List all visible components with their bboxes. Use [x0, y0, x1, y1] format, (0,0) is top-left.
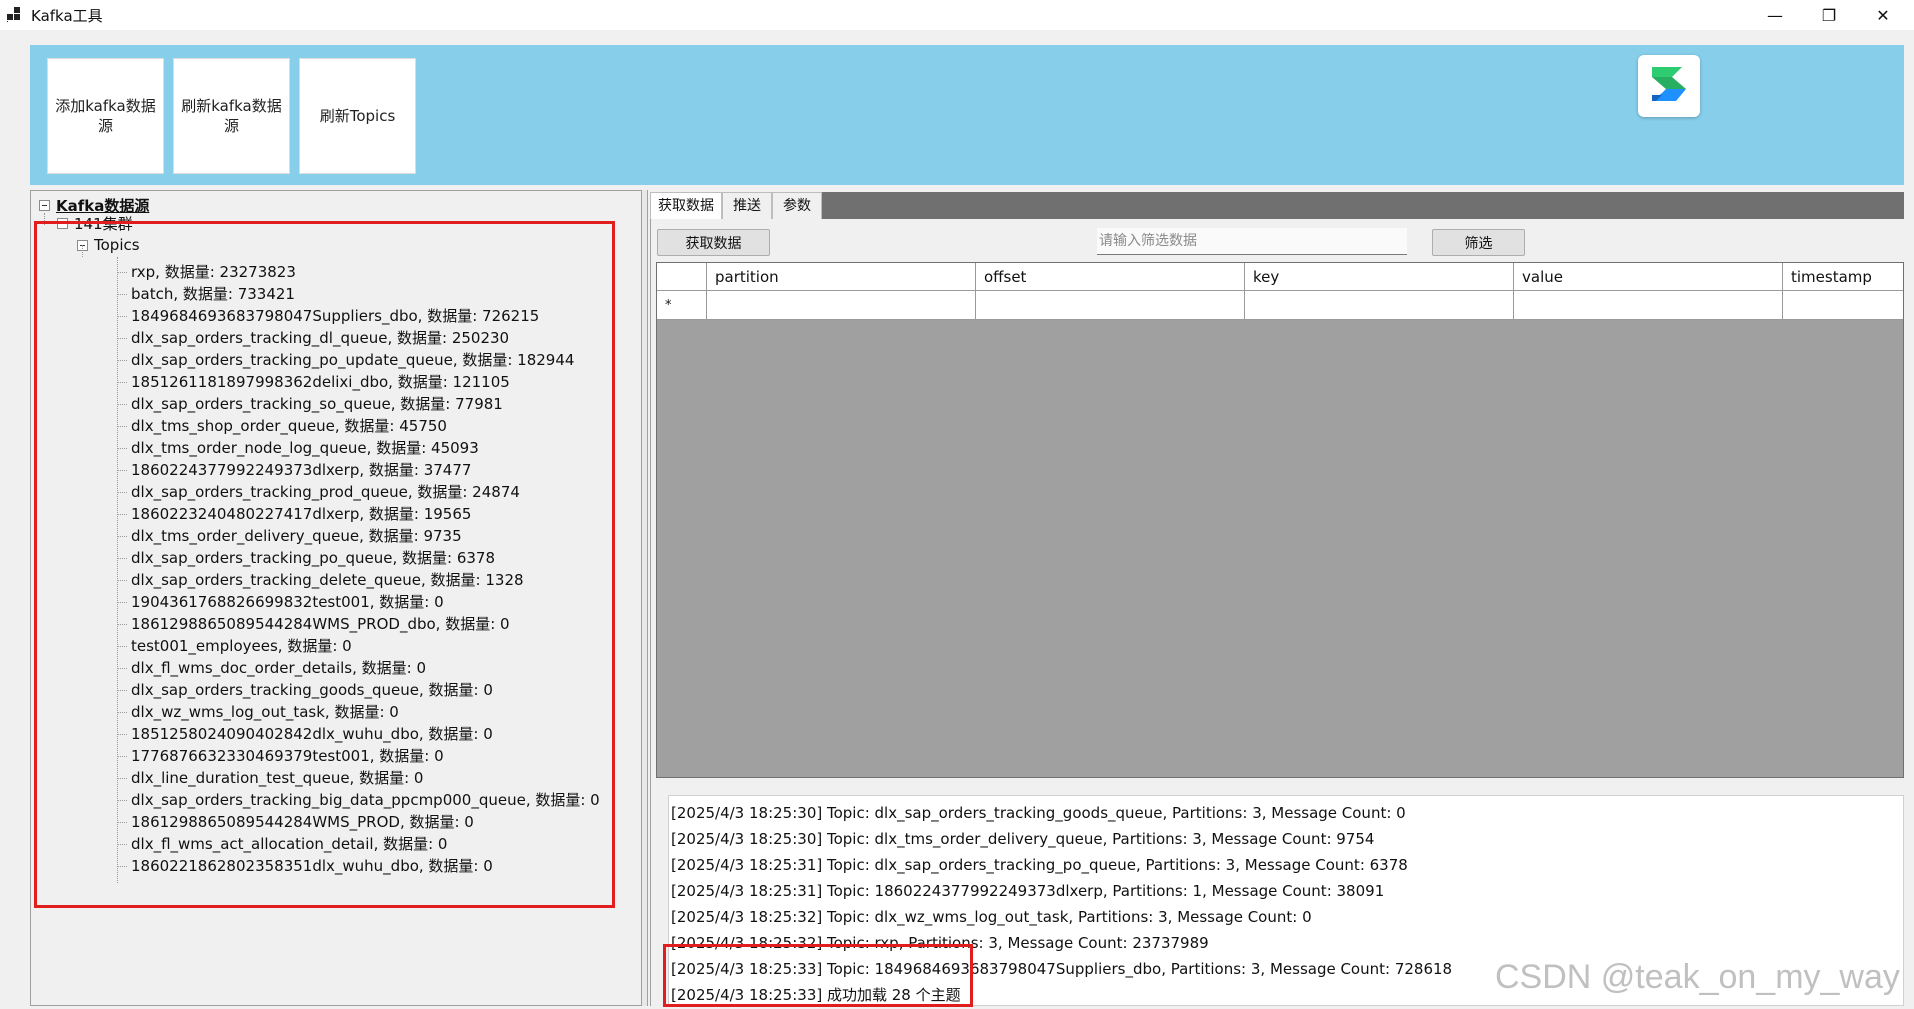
fetch-data-label: 获取数据 — [685, 235, 742, 252]
grid-cell[interactable] — [1783, 291, 1903, 319]
tab-label: 参数 — [783, 198, 811, 214]
tree-topic-item[interactable]: 1861298865089544284WMS_PROD_dbo, 数据量: 0 — [117, 613, 600, 635]
tree-topic-item[interactable]: 1860224377992249373dlxerp, 数据量: 37477 — [117, 459, 600, 481]
column-header-key[interactable]: key — [1245, 263, 1514, 290]
grid-cell[interactable] — [707, 291, 976, 319]
tree-topic-item[interactable]: 1860223240480227417dlxerp, 数据量: 19565 — [117, 503, 600, 525]
tree-topic-item[interactable]: dlx_sap_orders_tracking_po_update_queue,… — [117, 349, 600, 371]
grid-cell[interactable] — [1514, 291, 1783, 319]
column-header-offset[interactable]: offset — [976, 263, 1245, 290]
log-line: [2025/4/3 18:25:32] Topic: dlx_wz_wms_lo… — [671, 908, 1312, 926]
kafka-source-tree[interactable]: Kafka数据源 141集群 Topics rxp, 数据量: 23273823… — [30, 190, 642, 1006]
refresh-kafka-source-label: 刷新kafka数据源 — [181, 97, 282, 135]
tree-topic-item[interactable]: dlx_tms_order_node_log_queue, 数据量: 45093 — [117, 437, 600, 459]
minimize-button[interactable]: — — [1752, 0, 1798, 30]
tree-topic-item[interactable]: 1861298865089544284WMS_PROD, 数据量: 0 — [117, 811, 600, 833]
refresh-topics-button[interactable]: 刷新Topics — [299, 58, 416, 174]
tree-topic-item[interactable]: test001_employees, 数据量: 0 — [117, 635, 600, 657]
maximize-button[interactable]: ❐ — [1806, 0, 1852, 30]
tree-connector — [82, 245, 83, 257]
log-line: [2025/4/3 18:25:31] Topic: 1860224377992… — [671, 882, 1385, 900]
tab-fetch-data[interactable]: 获取数据 — [650, 192, 722, 219]
grid-cell[interactable] — [976, 291, 1245, 319]
tab-label: 获取数据 — [658, 198, 714, 214]
tab-params[interactable]: 参数 — [772, 192, 822, 219]
tree-topic-item[interactable]: dlx_sap_orders_tracking_goods_queue, 数据量… — [117, 679, 600, 701]
title-bar: Kafka工具 — ❐ ✕ — [0, 0, 1914, 30]
log-line: [2025/4/3 18:25:31] Topic: dlx_sap_order… — [671, 856, 1408, 874]
tree-topics-label: Topics — [94, 236, 140, 254]
tree-topic-item[interactable]: 1860221862802358351dlx_wuhu_dbo, 数据量: 0 — [117, 855, 600, 877]
tree-topic-item[interactable]: dlx_wz_wms_log_out_task, 数据量: 0 — [117, 701, 600, 723]
tree-topic-item[interactable]: 1776876632330469379test001, 数据量: 0 — [117, 745, 600, 767]
tree-topic-item[interactable]: rxp, 数据量: 23273823 — [117, 261, 600, 283]
column-header-value[interactable]: value — [1514, 263, 1783, 290]
tree-topic-item[interactable]: dlx_fl_wms_doc_order_details, 数据量: 0 — [117, 657, 600, 679]
message-grid[interactable]: partition offset key value timestamp * — [656, 262, 1904, 778]
collapse-icon[interactable] — [57, 217, 68, 229]
filter-label: 筛选 — [1464, 235, 1493, 252]
collapse-icon[interactable] — [39, 199, 50, 211]
grid-corner[interactable] — [657, 263, 707, 290]
tree-topic-item[interactable]: 1851258024090402842dlx_wuhu_dbo, 数据量: 0 — [117, 723, 600, 745]
tree-topics-node[interactable]: Topics — [77, 235, 140, 255]
add-kafka-source-button[interactable]: 添加kafka数据源 — [47, 58, 164, 174]
grid-header: partition offset key value timestamp — [657, 263, 1903, 291]
topic-list: rxp, 数据量: 23273823 batch, 数据量: 733421 1849… — [117, 261, 600, 877]
minimize-icon: — — [1767, 5, 1783, 25]
tree-topic-item[interactable]: dlx_tms_shop_order_queue, 数据量: 45750 — [117, 415, 600, 437]
tree-topic-item[interactable]: dlx_sap_orders_tracking_dl_queue, 数据量: 2… — [117, 327, 600, 349]
app-grid-icon — [7, 7, 23, 23]
tree-topic-item[interactable]: dlx_sap_orders_tracking_delete_queue, 数据… — [117, 569, 600, 591]
table-row[interactable]: * — [657, 291, 1903, 320]
tree-topic-item[interactable]: dlx_sap_orders_tracking_big_data_ppcmp00… — [117, 789, 600, 811]
restore-icon: ❐ — [1821, 5, 1837, 25]
window-title: Kafka工具 — [31, 6, 103, 25]
log-line: [2025/4/3 18:25:32] Topic: rxp, Partitio… — [671, 934, 1209, 952]
tree-cluster-label: 141集群 — [74, 214, 133, 233]
tree-cluster-node[interactable]: 141集群 — [57, 213, 133, 233]
tree-topic-item[interactable]: dlx_line_duration_test_queue, 数据量: 0 — [117, 767, 600, 789]
panel-splitter[interactable] — [642, 190, 648, 1006]
tree-topic-item[interactable]: 1851261181897998362delixi_dbo, 数据量: 1211… — [117, 371, 600, 393]
tree-topic-item[interactable]: dlx_sap_orders_tracking_po_queue, 数据量: 6… — [117, 547, 600, 569]
tab-strip: 获取数据 推送 参数 — [650, 192, 1904, 219]
log-line: [2025/4/3 18:25:30] Topic: dlx_sap_order… — [671, 804, 1406, 822]
toolbar: 添加kafka数据源 刷新kafka数据源 刷新Topics — [30, 45, 1904, 185]
add-kafka-source-label: 添加kafka数据源 — [55, 97, 156, 135]
tab-push[interactable]: 推送 — [722, 192, 772, 219]
column-header-partition[interactable]: partition — [707, 263, 976, 290]
fetch-data-button[interactable]: 获取数据 — [657, 229, 770, 256]
app-window: Kafka工具 — ❐ ✕ 添加kafka数据源 刷新kafka数据源 刷新To… — [0, 0, 1914, 1009]
tree-topic-item[interactable]: dlx_sap_orders_tracking_prod_queue, 数据量:… — [117, 481, 600, 503]
tree-topic-item[interactable]: batch, 数据量: 733421 — [117, 283, 600, 305]
close-icon: ✕ — [1876, 5, 1890, 25]
tree-topic-item[interactable]: dlx_tms_order_delivery_queue, 数据量: 9735 — [117, 525, 600, 547]
grid-cell[interactable] — [1245, 291, 1514, 319]
new-row-marker: * — [657, 291, 707, 319]
tab-label: 推送 — [733, 198, 761, 214]
watermark: CSDN @teak_on_my_way — [1495, 958, 1900, 996]
refresh-topics-label: 刷新Topics — [319, 107, 396, 125]
tree-topic-item[interactable]: dlx_fl_wms_act_allocation_detail, 数据量: 0 — [117, 833, 600, 855]
tree-topic-item[interactable]: 1849684693683798047Suppliers_dbo, 数据量: 7… — [117, 305, 600, 327]
column-header-timestamp[interactable]: timestamp — [1783, 263, 1903, 290]
filter-button[interactable]: 筛选 — [1432, 229, 1525, 256]
tree-topic-item[interactable]: dlx_sap_orders_tracking_so_queue, 数据量: 7… — [117, 393, 600, 415]
log-line: [2025/4/3 18:25:30] Topic: dlx_tms_order… — [671, 830, 1375, 848]
tree-connector — [44, 213, 45, 225]
refresh-kafka-source-button[interactable]: 刷新kafka数据源 — [173, 58, 290, 174]
tree-topic-item[interactable]: 1904361768826699832test001, 数据量: 0 — [117, 591, 600, 613]
brand-logo-icon — [1638, 55, 1700, 117]
filter-input[interactable] — [1097, 228, 1407, 255]
close-button[interactable]: ✕ — [1860, 0, 1906, 30]
